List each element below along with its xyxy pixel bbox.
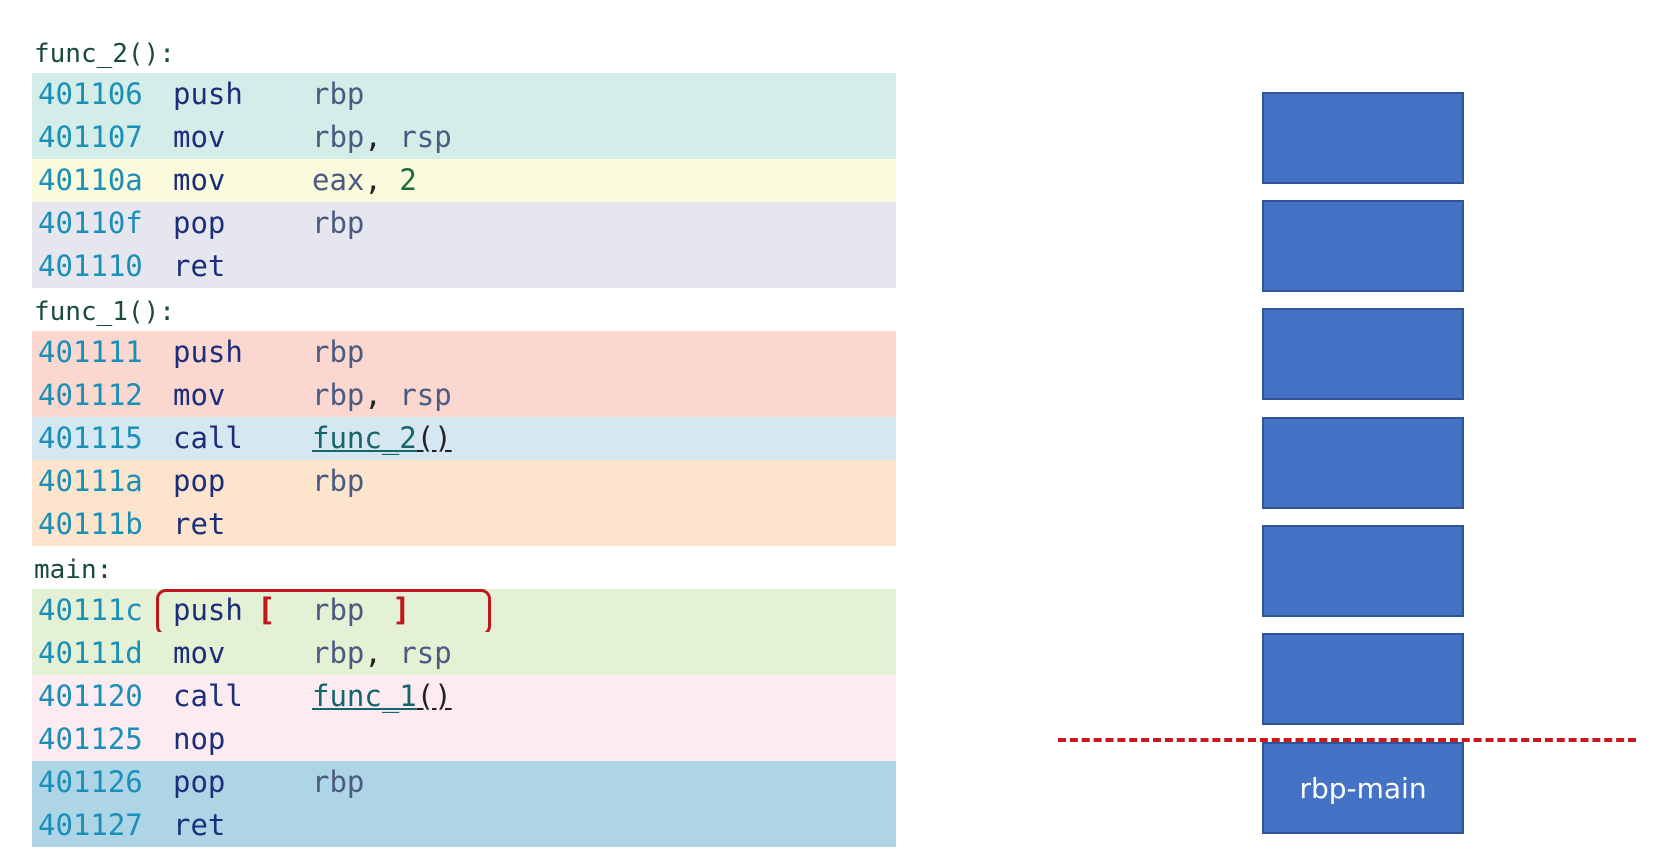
stack-slot xyxy=(1262,200,1464,292)
stack-slot xyxy=(1262,633,1464,725)
stack-slot: rbp-main xyxy=(1262,742,1464,834)
stack-diagram: rbp-main xyxy=(0,0,1665,851)
stack-slot xyxy=(1262,308,1464,400)
stack-slot xyxy=(1262,417,1464,509)
stack-slot xyxy=(1262,92,1464,184)
stack-slot xyxy=(1262,525,1464,617)
